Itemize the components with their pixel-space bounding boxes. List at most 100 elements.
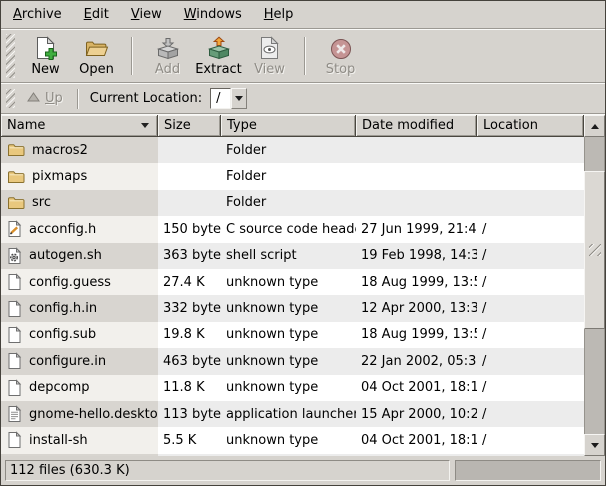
table-row[interactable]: pixmapsFolder [1,163,584,189]
add-button: Add [143,32,192,80]
column-header-type[interactable]: Type [221,115,356,137]
stop-icon [328,36,354,62]
toolbar-button-label: New [31,63,59,77]
add-files-icon [155,36,181,62]
file-name: config.h.in [29,301,97,316]
file-name: gnome-hello.desktop [29,407,158,422]
location-cell: / [477,375,584,401]
current-location-label: Current Location: [90,91,202,106]
location-cell: / [477,295,584,321]
location-combo: / [210,88,247,109]
location-input[interactable]: / [210,88,231,109]
file-name: config.sub [29,327,96,342]
column-header-label: Location [483,118,538,133]
column-header-size[interactable]: Size [158,115,221,137]
menu-view[interactable]: View [120,4,173,25]
menu-windows[interactable]: Windows [173,4,253,25]
name-cell: configure.in [1,348,158,374]
menu-bar: ArchiveEditViewWindowsHelp [1,1,605,28]
type-cell: unknown type [221,348,356,374]
date-cell: 18 Aug 1999, 13:53 [356,322,477,348]
file-name: macros2 [32,143,88,158]
document-icon [7,352,22,370]
name-cell: depcomp [1,375,158,401]
scroll-down-icon [591,443,599,448]
type-cell: unknown type [221,322,356,348]
location-bar-separator [77,89,79,109]
size-cell: 113 bytes [158,401,221,427]
document-icon [7,273,22,291]
size-cell: 150 bytes [158,216,221,242]
table-row[interactable]: autogen.sh363 bytesshell script19 Feb 19… [1,243,584,269]
name-cell: config.sub [1,322,158,348]
location-cell: / [477,348,584,374]
toolbar: New Open AddExtract View Stop [1,30,605,82]
scrollbar-thumb[interactable] [584,171,605,329]
toolbar-button-label: View [254,63,285,77]
size-cell: 463 bytes [158,348,221,374]
size-cell [158,137,221,163]
menu-archive[interactable]: Archive [2,4,73,25]
column-header-location[interactable]: Location [477,115,584,137]
header-doc-icon [7,220,22,238]
menu-edit[interactable]: Edit [73,4,120,25]
table-row[interactable]: configure.in 463 bytesunknown type22 Jan … [1,348,584,374]
location-dropdown-button[interactable] [231,88,247,109]
type-cell: Folder [221,190,356,216]
table-row[interactable]: install-sh5.5 Kunknown type04 Oct 2001, … [1,427,584,453]
toolbar-button-label: Open [79,63,114,77]
size-cell: 332 bytes [158,295,221,321]
file-name: config.guess [29,275,111,290]
toolbar-drag-handle[interactable] [6,34,15,78]
column-header-label: Name [7,118,45,133]
column-header-label: Size [164,118,191,133]
up-arrow-icon [27,91,40,106]
table-row[interactable]: macros2Folder [1,137,584,163]
menu-help[interactable]: Help [253,4,305,25]
location-cell: / [477,216,584,242]
new-archive-icon [33,36,59,62]
status-message-frame: 112 files (630.3 K) [5,460,450,481]
column-header-name[interactable]: Name [1,115,158,137]
folder-icon [7,169,25,185]
document-icon [7,326,22,344]
table-row[interactable]: depcomp11.8 Kunknown type04 Oct 2001, 18… [1,375,584,401]
date-cell: 22 Jan 2002, 05:35 [356,348,477,374]
table-row[interactable]: gnome-hello.desktop113 bytesapplication … [1,401,584,427]
name-cell: gnome-hello.desktop [1,401,158,427]
table-header: Name Size Type Date modified Location [1,115,584,137]
column-header-label: Type [227,118,257,133]
file-name: depcomp [29,380,90,395]
name-cell: config.h.in [1,295,158,321]
location-cell [477,163,584,189]
sort-indicator-icon [141,123,149,128]
file-name: configure.in [29,354,106,369]
name-cell: config.guess [1,269,158,295]
extract-button[interactable]: Extract [194,32,243,80]
column-header-date-modified[interactable]: Date modified [356,115,477,137]
column-header-label: Date modified [362,118,454,133]
table-row[interactable]: src Folder [1,190,584,216]
new-button[interactable]: New [21,32,70,80]
size-cell [158,190,221,216]
open-button[interactable]: Open [72,32,121,80]
table-row[interactable]: config.h.in332 bytesunknown type12 Apr 2… [1,295,584,321]
scrollbar-track[interactable] [584,137,605,434]
location-bar: Up Current Location: / [1,84,605,113]
open-archive-icon [84,36,110,62]
date-cell: 15 Apr 2000, 10:21 [356,401,477,427]
table-row[interactable]: acconfig.h150 bytesC source code header2… [1,216,584,242]
view-file-icon [257,36,283,62]
date-cell: 19 Feb 1998, 14:31 [356,243,477,269]
name-cell: src [1,190,158,216]
location-bar-drag-handle[interactable] [6,89,15,108]
type-cell: unknown type [221,375,356,401]
scroll-up-button[interactable] [584,115,605,137]
table-row[interactable]: config.guess27.4 Kunknown type18 Aug 199… [1,269,584,295]
name-cell: acconfig.h [1,216,158,242]
scroll-down-button[interactable] [584,434,605,456]
progress-bar-trough [455,460,601,481]
date-cell [356,163,477,189]
toolbar-button-label: Stop [326,63,356,77]
table-row[interactable]: config.sub19.8 Kunknown type18 Aug 1999,… [1,322,584,348]
